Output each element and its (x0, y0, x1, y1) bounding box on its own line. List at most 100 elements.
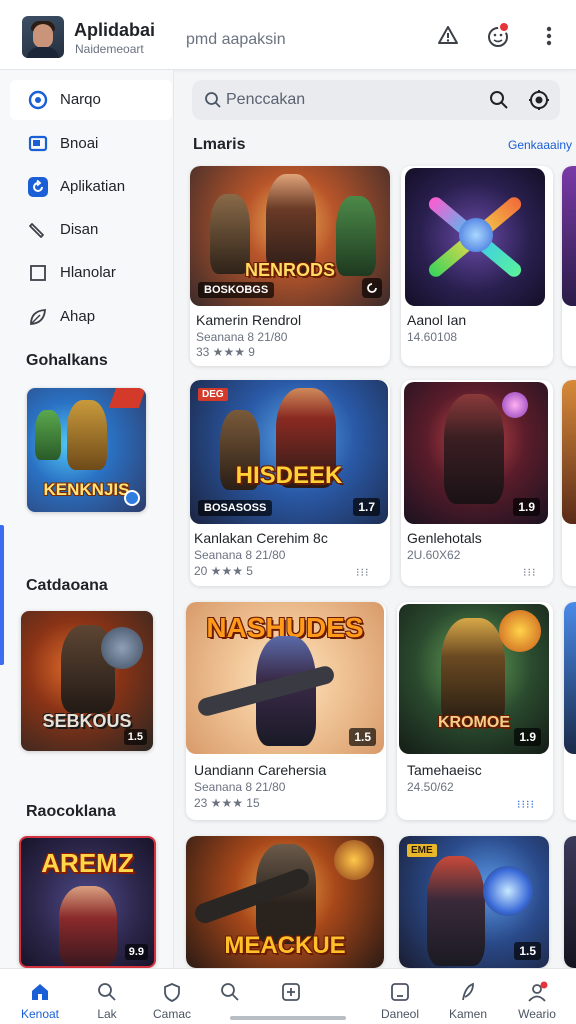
avatar[interactable] (22, 16, 64, 58)
sidebar-item-bnoai[interactable]: Bnoai (10, 124, 172, 164)
alert-icon (438, 26, 458, 44)
user-icon (526, 981, 548, 1003)
game-title: Aanol Ian (407, 312, 467, 328)
scroll-indicator[interactable] (0, 525, 4, 665)
rating-badge: 9.9 (124, 944, 148, 960)
rating-badge: 1.5 (514, 942, 541, 960)
top-app-bar: Aplidabai Naidemeoart pmd aapaksin (0, 0, 576, 70)
sidebar-item-label: Narqo (60, 91, 101, 108)
game-card-partial[interactable] (564, 602, 576, 820)
tablet-icon (389, 981, 411, 1003)
game-meta: Seanana 8 21/80 (194, 548, 286, 562)
sidebar-game-card[interactable]: AREMZ 9.9 (19, 836, 156, 968)
nav-label: Kamen (448, 1007, 488, 1021)
sidebar-section-title: Raocoklana (26, 803, 116, 820)
game-thumbnail: MEACKUE (186, 836, 384, 968)
game-art-title: AREMZ (41, 848, 134, 878)
sidebar-section-title: Gohalkans (26, 352, 108, 369)
target-icon (28, 90, 48, 110)
pen-icon (28, 220, 48, 240)
sidebar-item-narqo[interactable]: Narqo (10, 80, 172, 120)
more-options-button[interactable]: ⁝⁝⁝ (523, 566, 537, 579)
shield-icon (161, 981, 183, 1003)
feather-icon (457, 981, 479, 1003)
game-thumbnail: NENRODS BOSKOBGS (190, 166, 390, 306)
rating-badge: 1.7 (353, 498, 380, 516)
rating-badge: 1.5 (123, 729, 147, 745)
search-icon (205, 92, 221, 108)
settings-icon[interactable] (528, 89, 550, 111)
sidebar-item-disan[interactable]: Disan (10, 210, 172, 250)
section-title: Lmaris (193, 136, 246, 153)
game-thumbnail: 1.9 (404, 382, 548, 524)
game-card[interactable]: 1.9 Genlehotals 2U.60X62 ⁝⁝⁝ (401, 380, 553, 586)
game-title: Kanlakan Cerehim 8c (194, 530, 328, 546)
game-thumbnail: HISDEEK DEG BOSASOSS 1.7 (190, 380, 388, 524)
game-card[interactable]: Aanol Ian 14.60108 (401, 166, 553, 366)
game-card[interactable]: NENRODS BOSKOBGS Kamerin Rendrol Seanana… (190, 166, 390, 366)
game-chip: BOSASOSS (198, 500, 273, 516)
sidebar-item-label: Bnoai (60, 135, 99, 152)
sidebar-game-card[interactable]: SEBKOUS 1.5 (21, 611, 153, 751)
game-title: Tamehaeisc (407, 762, 482, 778)
game-meta: Seanana 8 21/80 (196, 330, 288, 344)
game-card-partial[interactable] (562, 166, 576, 366)
screen-icon (28, 134, 48, 154)
search-input[interactable] (226, 80, 476, 120)
game-card[interactable]: HISDEEK DEG BOSASOSS 1.7 Kanlakan Cerehi… (190, 380, 390, 586)
game-thumbnail (562, 380, 576, 524)
more-options-button[interactable]: ⁝⁝⁝⁝ (517, 798, 535, 811)
nav-item-weario[interactable]: Weario (505, 969, 569, 1024)
search-bar[interactable] (192, 80, 560, 120)
sidebar-item-label: Ahap (60, 308, 96, 325)
rating-badge: 1.5 (349, 728, 376, 746)
verified-icon (124, 490, 140, 506)
game-rating: 33 ★★★ 9 (196, 345, 255, 359)
game-meta: Seanana 8 21/80 (194, 780, 286, 794)
game-thumbnail: NASHUDES 1.5 (186, 602, 384, 754)
nav-item-home[interactable]: Kenoat (8, 969, 72, 1024)
sidebar-item-label: Aplikatian (60, 178, 126, 195)
see-all-link[interactable]: Genkaaainy (508, 138, 572, 152)
rating-badge: 1.9 (514, 728, 541, 746)
more-button[interactable] (535, 22, 563, 50)
search-icon (219, 981, 241, 1003)
game-meta: 24.50/62 (407, 780, 454, 794)
more-vertical-icon (546, 26, 552, 46)
alert-button[interactable] (434, 22, 462, 50)
sidebar-item-label: Hlanolar (60, 264, 116, 281)
sidebar-item-ahap[interactable]: Ahap (10, 297, 172, 337)
game-card[interactable]: MEACKUE (186, 836, 384, 968)
game-meta: 14.60108 (407, 330, 458, 344)
app-title: Aplidabai (74, 20, 156, 40)
game-card-partial[interactable] (564, 836, 576, 968)
sidebar: Narqo Bnoai Aplikatian Disan Hlanolar Ah… (0, 70, 174, 968)
nav-item-daneol[interactable]: Daneol (368, 969, 432, 1024)
game-card[interactable]: KROMOE 1.9 Tamehaeisc 24.50/62 ⁝⁝⁝⁝ (397, 602, 553, 820)
game-card-partial[interactable] (562, 380, 576, 586)
search-submit-icon[interactable] (488, 89, 510, 111)
sidebar-game-card[interactable]: KENKNJIS (27, 388, 146, 512)
game-thumbnail (562, 166, 576, 306)
sidebar-item-hlanolar[interactable]: Hlanolar (10, 253, 172, 293)
nav-item-camac[interactable]: Camac (140, 969, 204, 1024)
nav-item-kamen[interactable]: Kamen (436, 969, 500, 1024)
game-title: Kamerin Rendrol (196, 312, 302, 328)
game-card[interactable]: NASHUDES 1.5 Uandiann Carehersia Seanana… (186, 602, 386, 820)
home-indicator (230, 1016, 346, 1020)
game-thumbnail: EME 1.5 (399, 836, 549, 968)
sidebar-section-title: Catdaoana (26, 577, 108, 594)
sidebar-item-label: Disan (60, 221, 99, 238)
sidebar-item-aplikatian[interactable]: Aplikatian (10, 167, 172, 207)
game-title: Genlehotals (407, 530, 482, 546)
nav-label: Lak (97, 1007, 117, 1021)
game-chip: BOSKOBGS (198, 282, 275, 298)
game-thumbnail (405, 168, 545, 306)
more-options-button[interactable]: ⁝⁝⁝ (356, 566, 370, 579)
leaf-icon (28, 307, 48, 327)
game-card[interactable]: EME 1.5 (399, 836, 549, 968)
nav-label: Kenoat (20, 1007, 60, 1021)
game-meta: 2U.60X62 (407, 548, 461, 562)
nav-item-lak[interactable]: Lak (75, 969, 139, 1024)
notifications-button[interactable] (484, 21, 512, 50)
